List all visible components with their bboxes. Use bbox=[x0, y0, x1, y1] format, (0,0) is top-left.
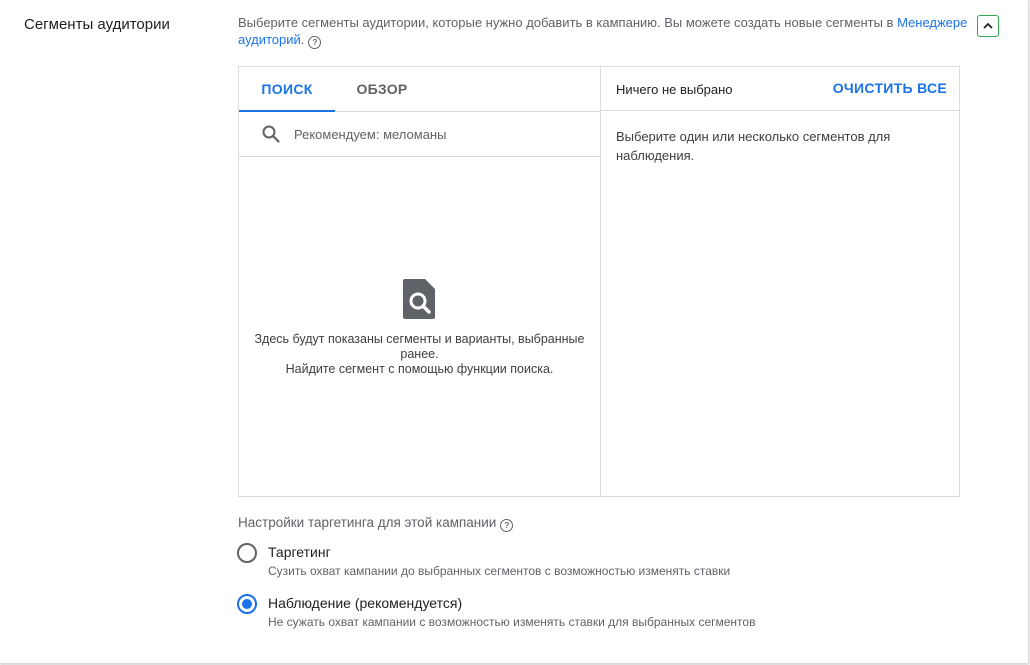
selection-status: Ничего не выбрано bbox=[616, 82, 733, 97]
selection-hint: Выберите один или несколько сегментов дл… bbox=[616, 129, 891, 163]
collapse-button[interactable] bbox=[977, 15, 999, 37]
section-description: Выберите сегменты аудитории, которые нуж… bbox=[238, 14, 968, 49]
radio-description-observation: Не сужать охват кампании с возможностью … bbox=[268, 615, 756, 629]
description-text: Выберите сегменты аудитории, которые нуж… bbox=[238, 15, 898, 30]
radio-label-observation[interactable]: Наблюдение (рекомендуется) bbox=[268, 595, 462, 611]
search-pane: ПОИСК ОБЗОР Здесь будут показаны сегмент… bbox=[239, 67, 601, 496]
radio-targeting[interactable] bbox=[237, 543, 257, 563]
tab-search[interactable]: ПОИСК bbox=[239, 67, 335, 112]
radio-label-targeting[interactable]: Таргетинг bbox=[268, 544, 331, 560]
segment-picker: ПОИСК ОБЗОР Здесь будут показаны сегмент… bbox=[238, 66, 960, 497]
help-icon[interactable]: ? bbox=[308, 36, 322, 49]
selection-pane: Ничего не выбрано ОЧИСТИТЬ ВСЕ Выберите … bbox=[600, 67, 959, 496]
chevron-up-icon bbox=[983, 22, 993, 29]
clear-all-button[interactable]: ОЧИСТИТЬ ВСЕ bbox=[833, 80, 947, 96]
selection-header: Ничего не выбрано ОЧИСТИТЬ ВСЕ bbox=[600, 67, 959, 111]
section-label: Сегменты аудитории bbox=[24, 16, 170, 33]
radio-observation[interactable] bbox=[237, 594, 257, 614]
search-icon bbox=[262, 125, 280, 143]
description-suffix: . bbox=[300, 32, 305, 47]
audience-segments-card: Сегменты аудитории Выберите сегменты ауд… bbox=[0, 0, 1029, 664]
targeting-help-icon[interactable]: ? bbox=[500, 519, 514, 532]
search-row bbox=[239, 112, 600, 157]
tab-bar: ПОИСК ОБЗОР bbox=[239, 67, 600, 112]
radio-description-targeting: Сузить охват кампании до выбранных сегме… bbox=[268, 564, 731, 578]
find-in-page-icon bbox=[403, 279, 435, 319]
targeting-title: Настройки таргетинга для этой кампании? bbox=[238, 515, 514, 532]
targeting-title-text: Настройки таргетинга для этой кампании bbox=[238, 515, 497, 530]
empty-state-text: Здесь будут показаны сегменты и варианты… bbox=[239, 332, 600, 377]
tab-browse[interactable]: ОБЗОР bbox=[347, 67, 417, 111]
empty-state-line-2: Найдите сегмент с помощью функции поиска… bbox=[285, 362, 554, 376]
empty-state-line-1: Здесь будут показаны сегменты и варианты… bbox=[254, 332, 585, 361]
search-input[interactable] bbox=[294, 122, 584, 146]
